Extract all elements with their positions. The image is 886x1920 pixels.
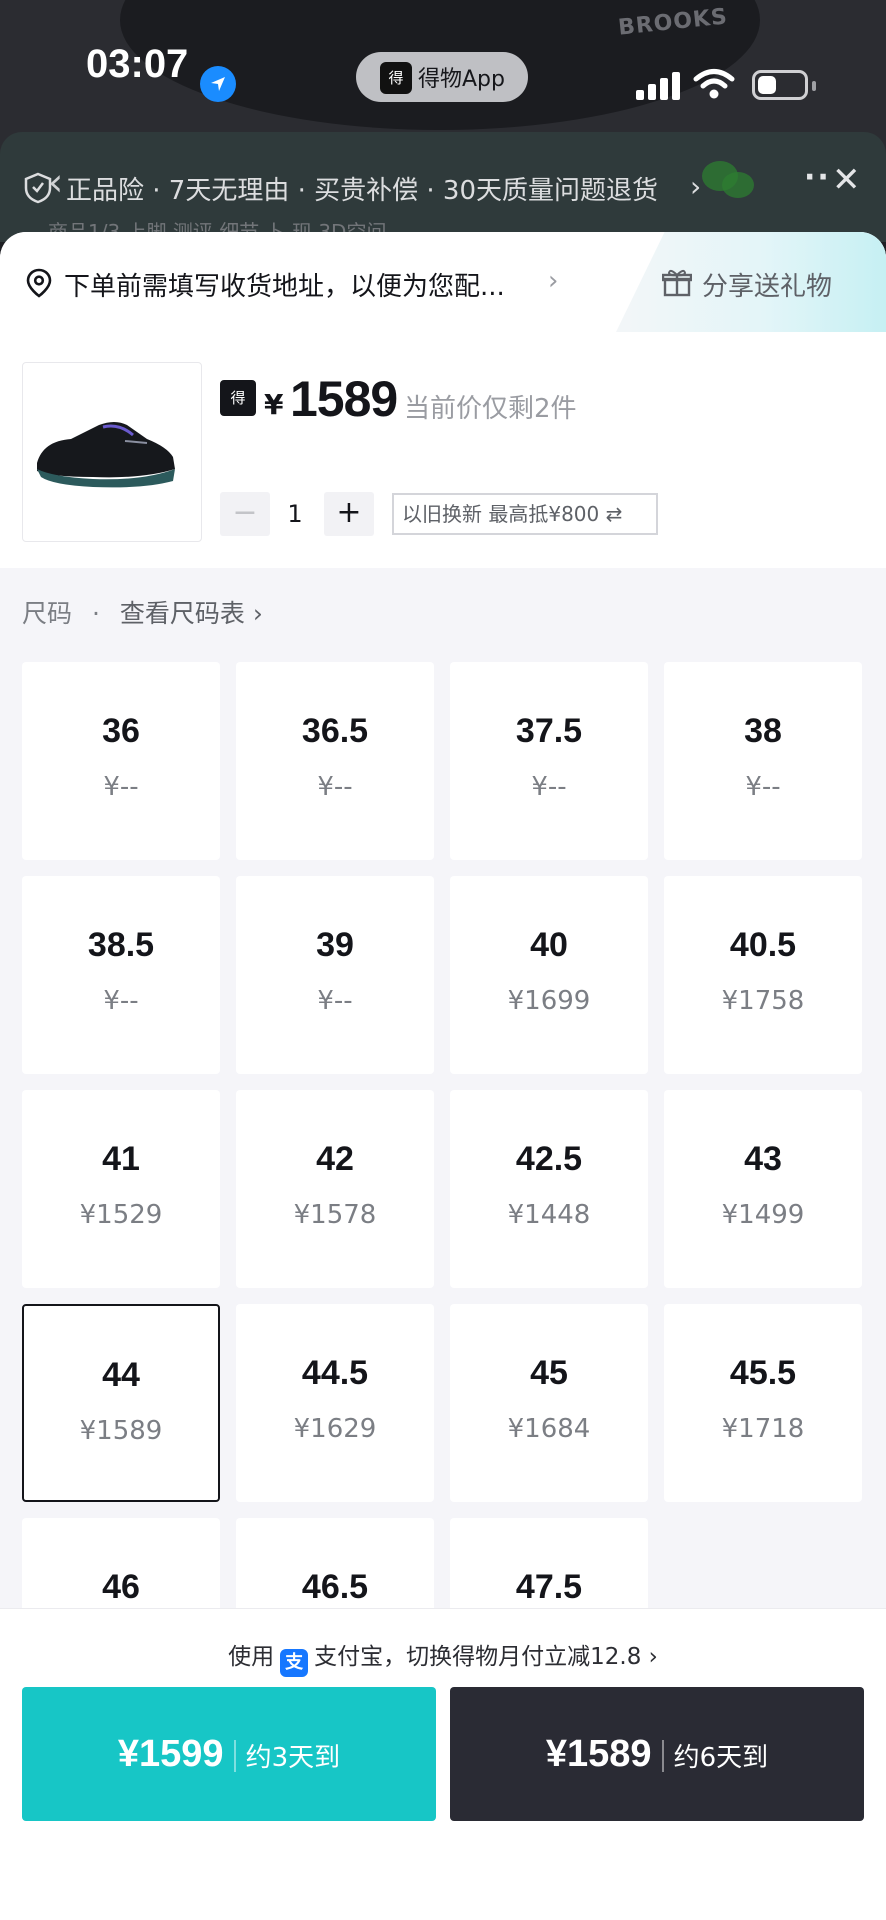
normal-eta: 约6天到 [673,1743,769,1773]
size-price: ¥1499 [721,1200,805,1230]
size-price: ¥1589 [79,1416,163,1446]
size-option[interactable]: 39 ¥-- [236,876,434,1074]
location-pin-icon [26,268,52,298]
address-row[interactable]: 下单前需填写收货地址，以便为您配... › 分享送礼物 [0,232,886,332]
payment-prefix: 使用 [228,1644,275,1670]
size-value: 47.5 [515,1568,583,1606]
size-option[interactable]: 44.5 ¥1629 [236,1304,434,1502]
size-option[interactable]: 38.5 ¥-- [22,876,220,1074]
product-thumbnail[interactable] [22,362,202,542]
app-name: 得物App [418,67,505,92]
standard-delivery-buy-button[interactable]: ¥1589 约6天到 [450,1687,864,1821]
size-option[interactable]: 41 ¥1529 [22,1090,220,1288]
size-option[interactable]: 40.5 ¥1758 [664,876,862,1074]
fast-eta: 约3天到 [245,1743,341,1773]
button-divider [661,1740,664,1772]
size-value: 42.5 [515,1140,583,1178]
size-option[interactable]: 45 ¥1684 [450,1304,648,1502]
size-price: ¥1758 [721,986,805,1016]
location-arrow-icon [200,66,236,102]
size-option[interactable]: 42 ¥1578 [236,1090,434,1288]
size-price: ¥1684 [507,1414,591,1444]
chevron-right-icon: › [548,266,559,296]
button-divider [233,1740,236,1772]
fast-price: ¥1599 [117,1733,224,1775]
size-price: ¥-- [317,772,353,802]
size-price: ¥-- [531,772,567,802]
size-value: 45.5 [729,1354,797,1392]
size-chart-link[interactable]: 查看尺码表 › [120,599,263,628]
size-value: 36 [102,712,140,750]
size-value: 40 [530,926,568,964]
size-price: ¥1578 [293,1200,377,1230]
size-section-header: 尺码 · 查看尺码表 › [22,594,263,630]
gift-icon [662,269,692,297]
size-option[interactable]: 44 ¥1589 [22,1304,220,1502]
cellular-signal-icon [636,70,680,100]
product-summary: 得 ¥ 1589 当前价仅剩2件 − 1 + 以旧换新 最高抵¥800 ⇄ [0,332,886,568]
size-separator: · [91,599,100,628]
size-value: 45 [530,1354,568,1392]
address-prompt: 下单前需填写收货地址，以便为您配... [64,272,505,302]
quantity-increment-button[interactable]: + [324,492,374,536]
size-price: ¥-- [745,772,781,802]
alipay-icon: 支 [280,1649,309,1677]
size-value: 37.5 [515,712,583,750]
size-option[interactable]: 36.5 ¥-- [236,662,434,860]
size-label: 尺码 [22,599,73,628]
normal-price: ¥1589 [545,1733,652,1775]
size-option[interactable]: 40 ¥1699 [450,876,648,1074]
price-currency: ¥ [264,388,284,421]
size-price: ¥1529 [79,1200,163,1230]
size-value: 44.5 [301,1354,369,1392]
size-price: ¥-- [103,986,139,1016]
size-option[interactable]: 42.5 ¥1448 [450,1090,648,1288]
wifi-icon [693,69,735,99]
size-value: 46.5 [301,1568,369,1606]
size-value: 38.5 [87,926,155,964]
status-time: 03:07 [86,42,189,86]
size-value: 46 [102,1568,140,1606]
quantity-value: 1 [287,500,303,528]
size-value: 41 [102,1140,140,1178]
close-icon[interactable]: ✕ [832,160,861,200]
size-value: 36.5 [301,712,369,750]
guarantee-text: 正品险 · 7天无理由 · 买贵补偿 · 30天质量问题退货 [66,176,659,206]
share-gift-label: 分享送礼物 [702,272,833,302]
size-value: 40.5 [729,926,797,964]
payment-promo[interactable]: 使用支支付宝，切换得物月付立减12.8 › [0,1637,886,1677]
status-bar: 03:07 得 得物App [0,20,886,110]
size-price: ¥1699 [507,986,591,1016]
more-icon[interactable]: ·· [804,160,831,195]
fast-delivery-buy-button[interactable]: ¥1599 约3天到 [22,1687,436,1821]
size-price: ¥1629 [293,1414,377,1444]
battery-icon [752,70,816,100]
size-option[interactable]: 43 ¥1499 [664,1090,862,1288]
wechat-icon[interactable] [700,158,756,202]
size-price: ¥-- [103,772,139,802]
size-value: 44 [102,1356,140,1394]
stock-note: 当前价仅剩2件 [404,394,577,424]
brand-logo-icon: 得 [220,380,256,416]
product-price: 1589 [290,371,398,427]
size-value: 43 [744,1140,782,1178]
size-option[interactable]: 45.5 ¥1718 [664,1304,862,1502]
size-option[interactable]: 36 ¥-- [22,662,220,860]
bottom-action-bar: 使用支支付宝，切换得物月付立减12.8 › ¥1599 约3天到 ¥1589 约6天… [0,1608,886,1920]
size-option[interactable]: 38 ¥-- [664,662,862,860]
size-price: ¥1448 [507,1200,591,1230]
size-value: 39 [316,926,354,964]
size-option[interactable]: 37.5 ¥-- [450,662,648,860]
payment-text: 支付宝，切换得物月付立减12.8 › [314,1644,658,1670]
back-chevron-icon[interactable]: ‹ [48,160,63,204]
size-price: ¥1718 [721,1414,805,1444]
size-value: 38 [744,712,782,750]
app-logo-icon: 得 [380,62,412,94]
size-value: 42 [316,1140,354,1178]
size-price: ¥-- [317,986,353,1016]
quantity-decrement-button[interactable]: − [220,492,270,536]
trade-in-button[interactable]: 以旧换新 最高抵¥800 ⇄ [392,493,658,535]
